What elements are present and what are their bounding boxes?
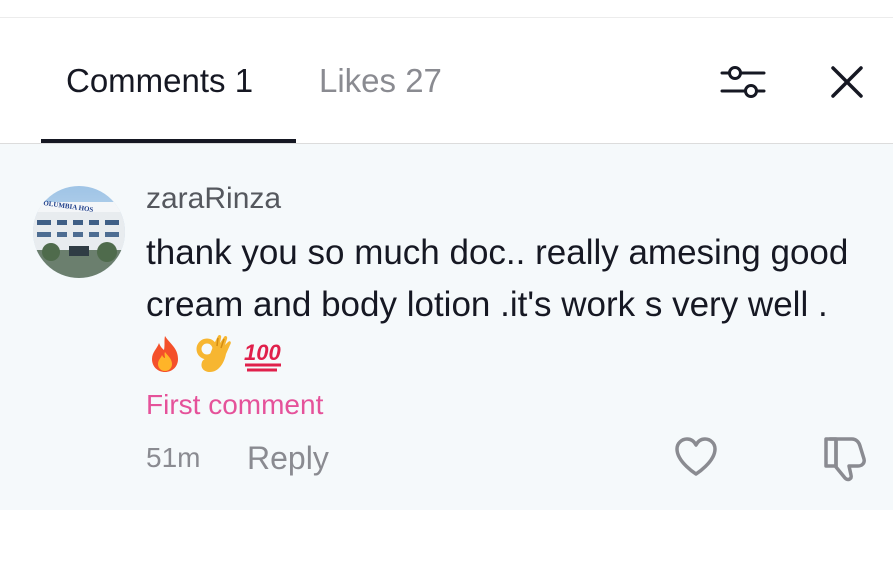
fire-emoji [148,334,182,389]
reply-button[interactable]: Reply [247,439,329,477]
first-comment-badge: First comment [146,389,324,420]
thumbs-down-icon [824,437,866,482]
filter-button[interactable] [718,62,768,102]
hundred-points-emoji: 100 [243,334,285,389]
comment-body: thank you so much doc.. really amesing g… [146,227,866,389]
comment-timestamp: 51m [146,442,201,473]
heart-outline-icon [675,437,717,476]
tab-comments[interactable]: Comments 1 [66,62,253,100]
sliders-icon [720,66,766,98]
close-icon [831,66,863,98]
comments-panel: Comments 1 Likes 27 OLUMBIA HOS zaraRinz… [0,0,893,574]
comment-text: thank you so much doc.. really amesing g… [146,233,849,324]
like-button[interactable] [672,433,720,481]
tab-likes[interactable]: Likes 27 [319,62,442,100]
avatar[interactable]: OLUMBIA HOS [33,186,125,278]
ok-hand-emoji [194,334,232,389]
svg-text:100: 100 [244,340,281,365]
comment-username[interactable]: zaraRinza [146,181,281,217]
avatar-image: OLUMBIA HOS [33,186,125,278]
close-button[interactable] [826,62,868,102]
dislike-button[interactable] [822,433,870,483]
